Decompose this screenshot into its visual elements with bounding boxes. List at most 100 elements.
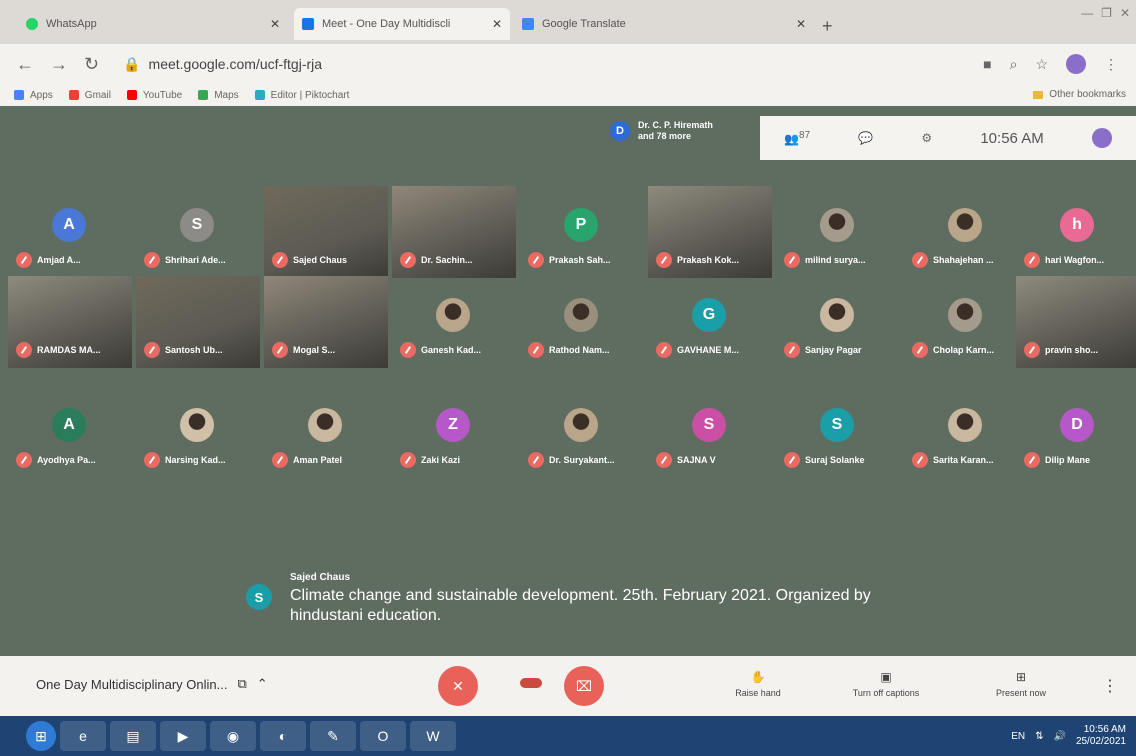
participant-tile[interactable]: A Ayodhya Pa... xyxy=(8,386,132,478)
tab-translate[interactable]: Google Translate ✕ xyxy=(514,8,814,40)
minimize-icon[interactable]: — xyxy=(1081,6,1093,26)
tray-clock[interactable]: 10:56 AM 25/02/2021 xyxy=(1076,724,1126,748)
mic-muted-icon xyxy=(784,252,800,268)
participant-tile[interactable]: D Dilip Mane xyxy=(1016,386,1136,478)
participant-avatar: D xyxy=(1060,408,1094,442)
network-icon[interactable]: ⇅ xyxy=(1035,731,1043,742)
close-tab-icon[interactable]: ✕ xyxy=(492,17,502,31)
participant-tile[interactable]: S SAJNA V xyxy=(648,386,772,478)
word-icon[interactable]: W xyxy=(410,721,456,751)
participant-tile[interactable]: Ganesh Kad... xyxy=(392,276,516,368)
profile-avatar[interactable] xyxy=(1066,54,1086,74)
participant-avatar: S xyxy=(692,408,726,442)
participant-photo xyxy=(436,298,470,332)
tab-whatsapp[interactable]: WhatsApp ✕ xyxy=(18,8,288,40)
captions-label: Turn off captions xyxy=(852,688,920,698)
participant-tile[interactable]: P Prakash Sah... xyxy=(520,186,644,278)
camera-icon[interactable]: ■ xyxy=(983,56,991,72)
participant-tile[interactable]: RAMDAS MA... xyxy=(8,276,132,368)
bookmark-label: Maps xyxy=(214,89,239,101)
participant-tile[interactable]: Cholap Karn... xyxy=(904,276,1028,368)
mic-muted-icon xyxy=(656,452,672,468)
zoom-icon[interactable]: ⌕ xyxy=(1010,56,1018,73)
captions-button[interactable]: ▣ Turn off captions xyxy=(828,670,944,698)
language-indicator[interactable]: EN xyxy=(1011,731,1025,742)
mic-muted-icon xyxy=(1024,342,1040,358)
url-field[interactable]: 🔒 meet.google.com/ucf-ftgj-rja xyxy=(123,56,322,73)
leave-call-button[interactable] xyxy=(520,678,542,688)
bookmark-youtube[interactable]: YouTube xyxy=(126,89,183,101)
participant-tile[interactable]: Rathod Nam... xyxy=(520,276,644,368)
bookmark-maps[interactable]: Maps xyxy=(198,89,239,101)
mic-muted-icon xyxy=(912,452,928,468)
bookmark-label: Gmail xyxy=(84,89,111,101)
bookmark-apps[interactable]: Apps xyxy=(14,90,53,101)
participant-tile[interactable]: pravin sho... xyxy=(1016,276,1136,368)
explorer-icon[interactable]: ▤ xyxy=(110,721,156,751)
paint-icon[interactable]: ✎ xyxy=(310,721,356,751)
close-tab-icon[interactable]: ✕ xyxy=(270,17,280,31)
menu-icon[interactable]: ⋮ xyxy=(1104,56,1118,73)
other-bookmarks-label: Other bookmarks xyxy=(1049,89,1126,100)
start-button[interactable]: ⊞ xyxy=(26,721,56,751)
firefox-icon[interactable]: ◐ xyxy=(260,721,306,751)
participant-tile[interactable]: S Shrihari Ade... xyxy=(136,186,260,278)
participant-tile[interactable]: Z Zaki Kazi xyxy=(392,386,516,478)
participant-tile[interactable]: milind surya... xyxy=(776,186,900,278)
participant-tile[interactable]: Shahajehan ... xyxy=(904,186,1028,278)
piktochart-icon xyxy=(254,90,265,100)
participant-tile[interactable]: A Amjad A... xyxy=(8,186,132,278)
tab-meet[interactable]: Meet - One Day Multidiscli ✕ xyxy=(294,8,510,40)
chrome-icon[interactable]: ◉ xyxy=(210,721,256,751)
activities-icon[interactable]: ⚙ xyxy=(921,131,932,145)
reload-icon[interactable]: ↻ xyxy=(84,54,99,75)
participant-tile[interactable]: Dr. Sachin... xyxy=(392,186,516,278)
participant-tile[interactable]: Prakash Kok... xyxy=(648,186,772,278)
raise-hand-button[interactable]: ✋ Raise hand xyxy=(718,670,798,698)
close-icon[interactable]: ✕ xyxy=(1120,6,1130,26)
opera-icon[interactable]: O xyxy=(360,721,406,751)
other-bookmarks[interactable]: Other bookmarks xyxy=(1033,89,1126,100)
participant-tile[interactable]: Sanjay Pagar xyxy=(776,276,900,368)
folder-icon xyxy=(1033,90,1044,99)
participant-tile[interactable]: G GAVHANE M... xyxy=(648,276,772,368)
star-icon[interactable]: ☆ xyxy=(1035,56,1048,73)
participant-tile[interactable]: h hari Wagfon... xyxy=(1016,186,1136,278)
caption-speaker-name: Sajed Chaus xyxy=(290,572,351,583)
participant-tile[interactable]: Santosh Ub... xyxy=(136,276,260,368)
forward-icon[interactable]: → xyxy=(50,54,68,75)
participant-name: RAMDAS MA... xyxy=(37,345,101,355)
participant-tile[interactable]: Mogal S... xyxy=(264,276,388,368)
tab-title: WhatsApp xyxy=(46,18,97,30)
bookmark-piktochart[interactable]: Editor | Piktochart xyxy=(254,90,349,101)
meeting-details[interactable]: One Day Multidisciplinary Onlin... ⧉ ⌃ xyxy=(36,676,268,692)
chat-icon[interactable]: 💬 xyxy=(858,131,873,145)
maximize-icon[interactable]: ❐ xyxy=(1101,6,1112,26)
people-icon[interactable]: 👥87 xyxy=(784,130,810,146)
mic-muted-icon xyxy=(1024,252,1040,268)
more-options-icon[interactable]: ⋮ xyxy=(1102,676,1118,696)
participants-chip[interactable]: D Dr. C. P. Hiremath and 78 more xyxy=(610,120,713,142)
link-icon: ⧉ xyxy=(237,676,247,691)
participant-initial: D xyxy=(610,121,630,141)
bookmark-label: YouTube xyxy=(142,89,183,101)
ie-icon[interactable]: e xyxy=(60,721,106,751)
participant-tile[interactable]: Narsing Kad... xyxy=(136,386,260,478)
gmail-icon xyxy=(68,90,79,100)
participant-name: Prakash Sah... xyxy=(549,255,611,265)
present-button[interactable]: ⊞ Present now xyxy=(976,670,1066,698)
media-icon[interactable]: ▶ xyxy=(160,721,206,751)
participant-tile[interactable]: Sajed Chaus xyxy=(264,186,388,278)
camera-off-button[interactable]: ⌧ xyxy=(564,666,604,706)
volume-icon[interactable]: 🔊 xyxy=(1053,731,1065,742)
bookmark-gmail[interactable]: Gmail xyxy=(68,89,111,101)
self-avatar[interactable] xyxy=(1091,128,1112,148)
participant-tile[interactable]: Aman Patel xyxy=(264,386,388,478)
close-tab-icon[interactable]: ✕ xyxy=(796,17,806,31)
participant-tile[interactable]: Dr. Suryakant... xyxy=(520,386,644,478)
participant-tile[interactable]: Sarita Karan... xyxy=(904,386,1028,478)
mic-off-button[interactable]: ✕ xyxy=(438,666,478,706)
new-tab-button[interactable]: + xyxy=(822,16,833,37)
back-icon[interactable]: ← xyxy=(16,54,34,75)
participant-tile[interactable]: S Suraj Solanke xyxy=(776,386,900,478)
